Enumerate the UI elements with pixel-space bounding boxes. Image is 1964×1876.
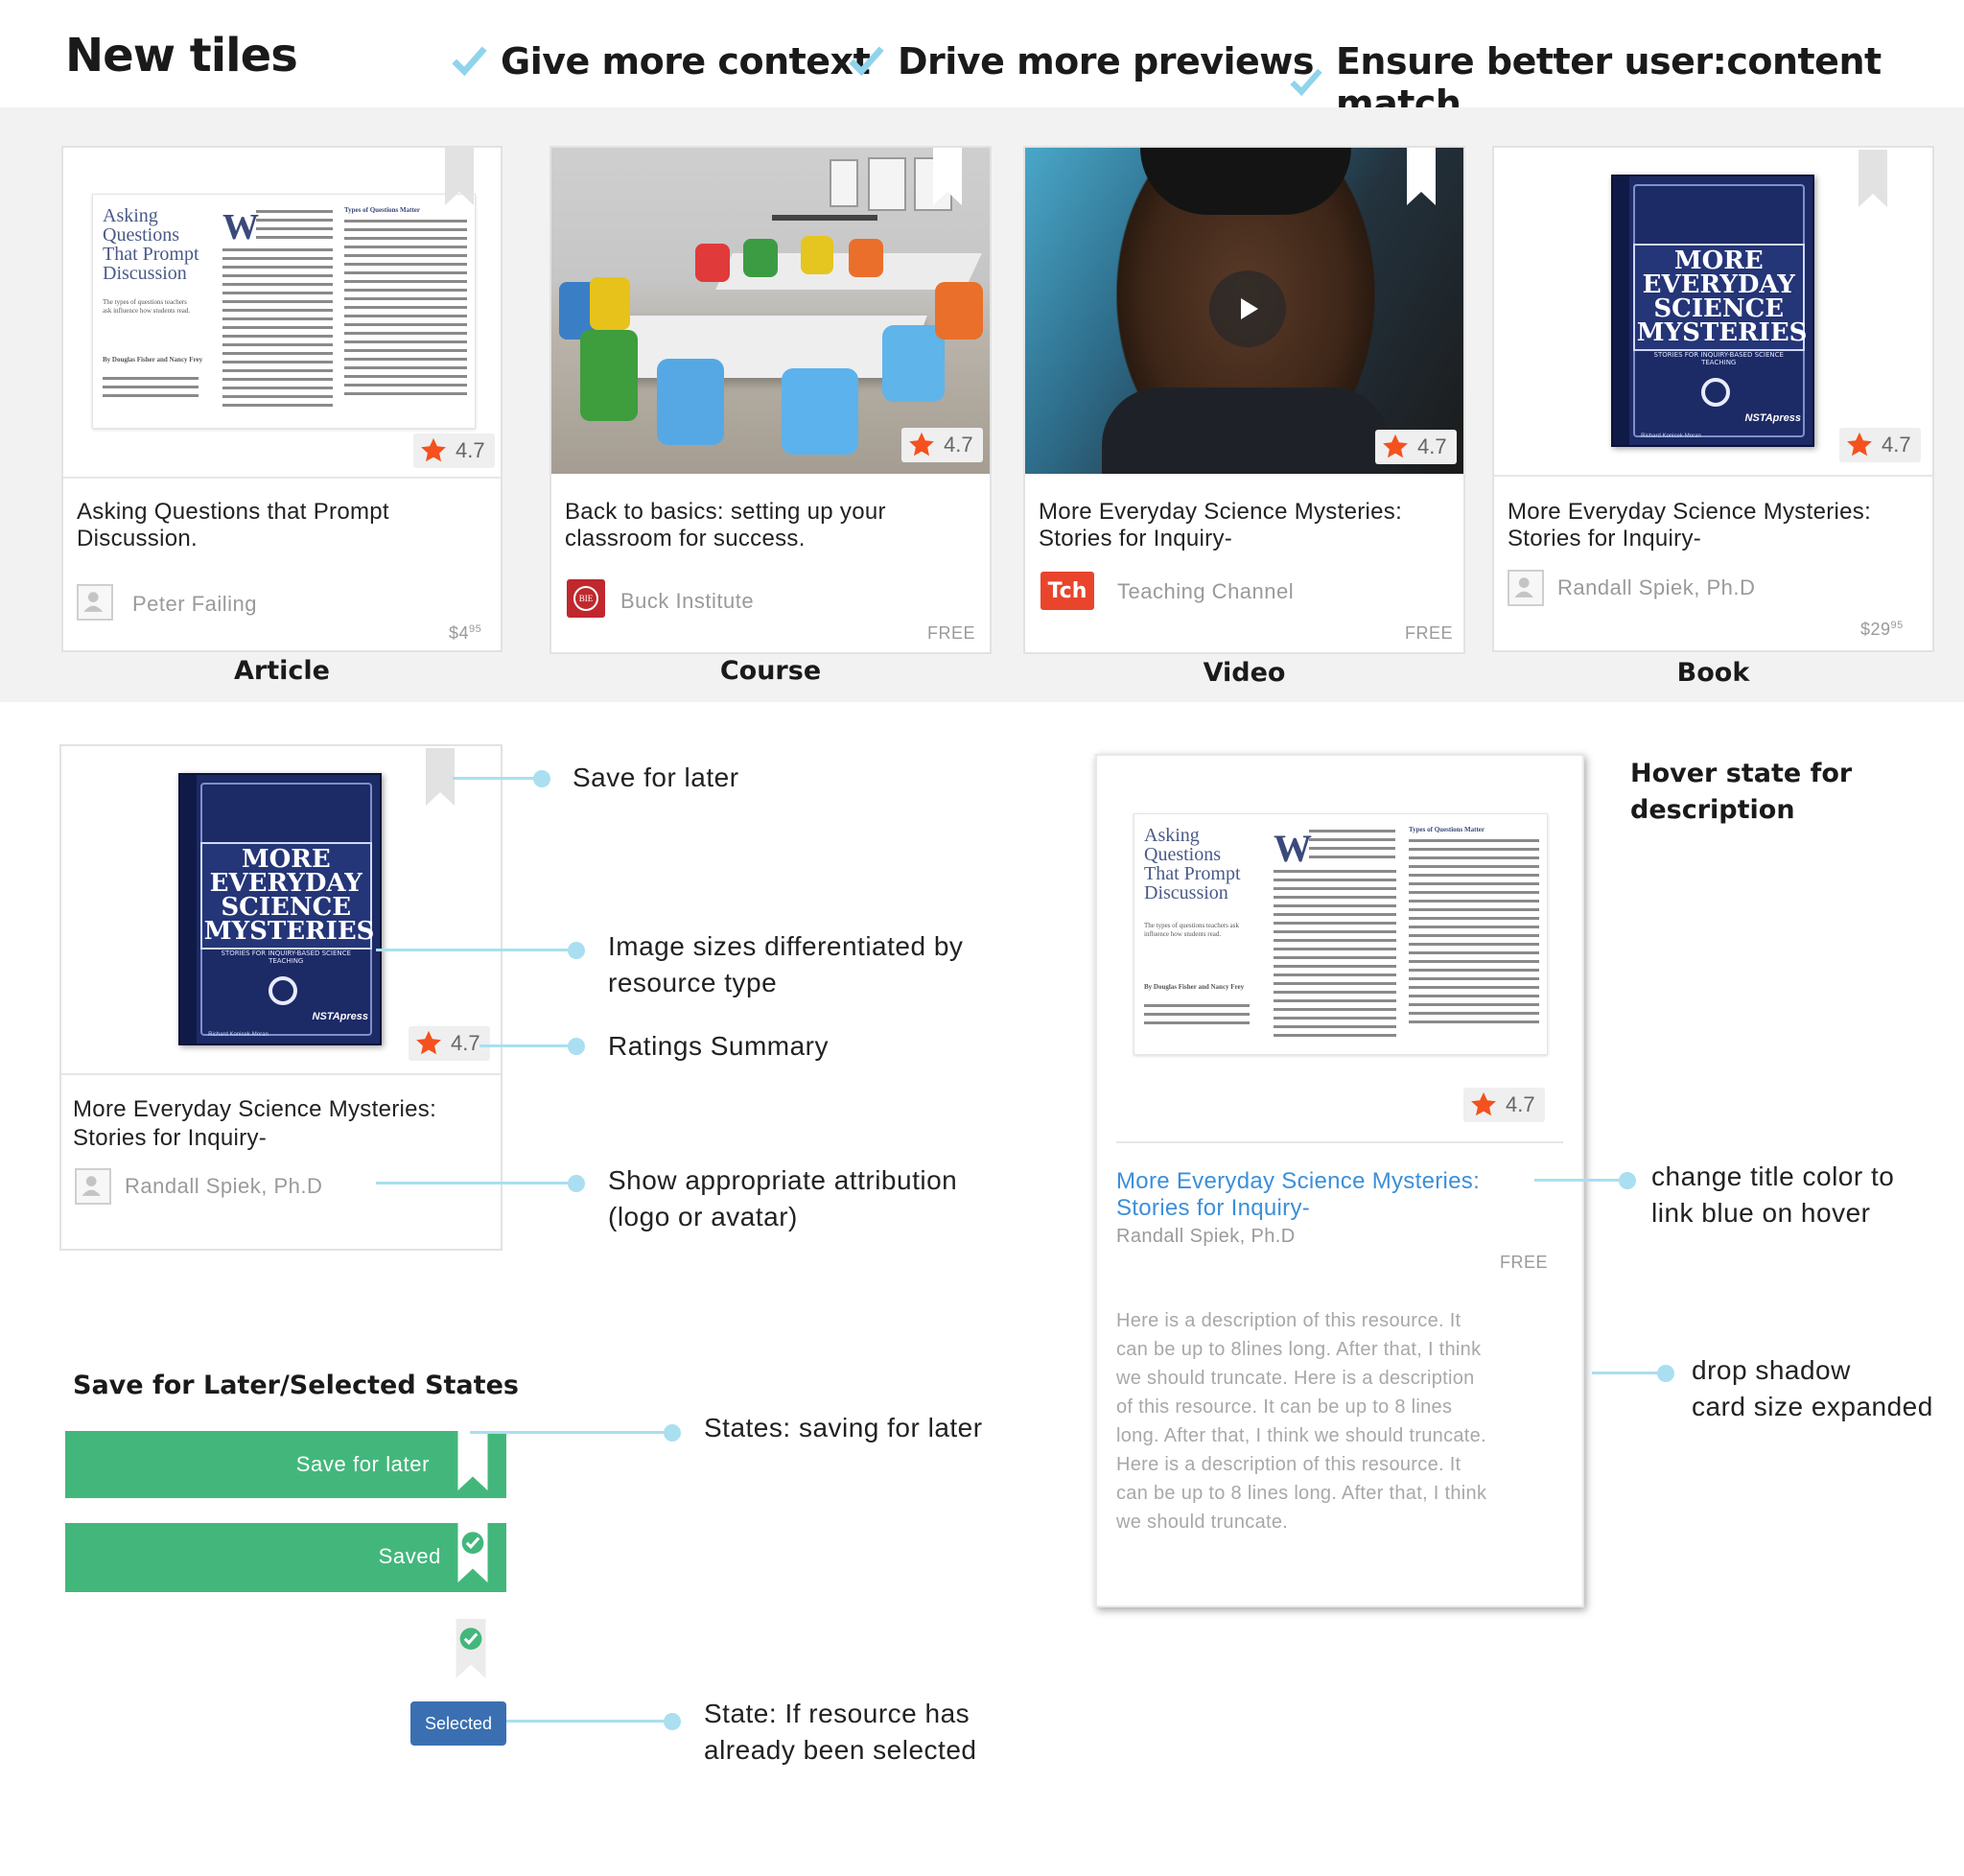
tile-title[interactable]: More Everyday Science Mysteries: Stories… <box>1039 499 1461 552</box>
star-icon <box>416 1030 441 1055</box>
tile-author[interactable]: Randall Spiek, Ph.D <box>1557 575 1755 600</box>
video-tile[interactable]: 4.7 More Everyday Science Mysteries: Sto… <box>1023 146 1465 654</box>
page-title: New tiles <box>65 29 298 82</box>
star-icon <box>1471 1091 1496 1116</box>
star-icon <box>1847 432 1872 457</box>
avatar-icon <box>77 584 113 621</box>
teaching-channel-logo: Tch <box>1040 572 1094 610</box>
course-tile[interactable]: 4.7 Back to basics: setting up your clas… <box>549 146 992 654</box>
rating-badge: 4.7 <box>409 1026 490 1061</box>
tile-title[interactable]: More Everyday Science Mysteries: Stories… <box>1508 499 1929 552</box>
tile-type-label: Article <box>234 656 330 686</box>
annotation-drop-shadow: drop shadow card size expanded <box>1692 1355 1933 1421</box>
saved-button[interactable]: Saved <box>65 1523 506 1592</box>
bookmark-check-icon[interactable] <box>455 1619 487 1678</box>
article-col-head: Types of Questions Matter <box>344 206 420 214</box>
rating-badge: 4.7 <box>413 434 495 468</box>
book-cover: MORE EVERYDAY SCIENCE MYSTERIES STORIES … <box>178 773 382 1045</box>
rating-value: 4.7 <box>451 1031 480 1055</box>
bookmark-icon[interactable] <box>426 748 455 806</box>
bookmark-icon[interactable] <box>933 148 962 205</box>
tile-title[interactable]: Back to basics: setting up your classroo… <box>565 499 968 552</box>
course-image <box>551 148 990 474</box>
star-icon <box>1383 434 1408 458</box>
hover-price: FREE <box>1500 1253 1549 1272</box>
book-tile[interactable]: MORE EVERYDAY SCIENCE MYSTERIES STORIES … <box>1492 146 1934 652</box>
save-for-later-label: Save for later <box>295 1452 430 1476</box>
tile-price: $495 <box>449 623 482 643</box>
rating-badge: 4.7 <box>1375 430 1457 464</box>
avatar-icon <box>1508 570 1544 606</box>
tile-price: FREE <box>1405 623 1454 643</box>
hover-title-link[interactable]: More Everyday Science Mysteries: Stories… <box>1116 1168 1529 1222</box>
check-icon <box>452 46 487 77</box>
rating-value: 4.7 <box>1882 433 1911 457</box>
tile-title[interactable]: More Everyday Science Mysteries: Stories… <box>73 1095 495 1153</box>
hover-author[interactable]: Randall Spiek, Ph.D <box>1116 1226 1296 1248</box>
annotation-saving: States: saving for later <box>704 1413 983 1442</box>
tile-author[interactable]: Buck Institute <box>620 589 754 614</box>
tile-author[interactable]: Peter Failing <box>132 592 257 617</box>
benefit-context: Give more context <box>451 40 871 82</box>
article-byline: By Douglas Fisher and Nancy Frey <box>103 356 203 363</box>
article-heading: Asking Questions That Prompt Discussion <box>103 205 199 284</box>
check-icon <box>1290 68 1322 97</box>
rating-badge: 4.7 <box>1463 1088 1545 1122</box>
article-col-head: Types of Questions Matter <box>1409 826 1485 833</box>
benefit-previews: Drive more previews <box>848 40 1315 82</box>
annotated-book-tile[interactable]: MORE EVERYDAY SCIENCE MYSTERIES STORIES … <box>59 744 503 1251</box>
rating-value: 4.7 <box>456 438 485 462</box>
hover-header: Hover state for description <box>1630 759 1853 825</box>
rating-value: 4.7 <box>1506 1092 1535 1116</box>
tile-author[interactable]: Randall Spiek, Ph.D <box>125 1174 322 1199</box>
bookmark-check-icon <box>457 1523 488 1583</box>
article-intro: The types of questions teachers ask infl… <box>1144 922 1239 938</box>
benefit-label: Give more context <box>501 40 871 82</box>
article-heading: Asking Questions That Prompt Discussion <box>1144 825 1241 903</box>
annotation-selected: State: If resource has already been selec… <box>704 1699 977 1765</box>
selected-button[interactable]: Selected <box>410 1701 506 1746</box>
annotation-save-for-later: Save for later <box>573 762 739 792</box>
star-icon <box>909 432 934 457</box>
tile-price: FREE <box>927 623 976 643</box>
save-for-later-button[interactable]: Save for later <box>65 1431 506 1498</box>
tile-type-label: Course <box>719 656 822 686</box>
article-image: Asking Questions That Prompt Discussion … <box>63 148 501 479</box>
rating-badge: 4.7 <box>1839 428 1921 462</box>
check-icon <box>849 46 884 77</box>
bookmark-icon[interactable] <box>1407 148 1436 205</box>
article-byline: By Douglas Fisher and Nancy Frey <box>1144 983 1245 991</box>
annotation-image-sizes: Image sizes differentiated by resource ty… <box>608 931 964 997</box>
hover-card[interactable]: Asking Questions That Prompt Discussion … <box>1095 754 1584 1607</box>
header: New tiles Give more context Drive more p… <box>0 0 1964 125</box>
star-icon <box>421 437 446 462</box>
video-image <box>1025 148 1463 474</box>
avatar-icon <box>75 1168 111 1205</box>
rating-badge: 4.7 <box>901 428 983 462</box>
benefit-label: Drive more previews <box>898 40 1315 82</box>
hover-description: Here is a description of this resource. … <box>1116 1310 1487 1533</box>
article-thumbnail: Asking Questions That Prompt Discussion … <box>92 194 476 429</box>
article-thumbnail: Asking Questions That Prompt Discussion … <box>1134 813 1548 1055</box>
annotation-attribution: Show appropriate attribution (logo or ava… <box>608 1165 958 1231</box>
tile-type-label: Book <box>1676 658 1750 688</box>
bookmark-icon <box>457 1431 488 1490</box>
article-tile[interactable]: Asking Questions That Prompt Discussion … <box>61 146 503 652</box>
saved-label: Saved <box>378 1544 441 1568</box>
bookmark-icon[interactable] <box>1859 150 1887 207</box>
states-header: Save for Later/Selected States <box>73 1371 519 1400</box>
play-icon[interactable] <box>1209 270 1286 347</box>
article-intro: The types of questions teachers ask infl… <box>103 298 191 315</box>
book-cover: MORE EVERYDAY SCIENCE MYSTERIES STORIES … <box>1611 175 1814 447</box>
annotation-title-color: change title color to link blue on hover <box>1651 1161 1895 1228</box>
tile-type-label: Video <box>1203 658 1286 688</box>
tile-author[interactable]: Teaching Channel <box>1117 579 1294 604</box>
buck-institute-logo: BIE <box>567 579 605 618</box>
tile-price: $2995 <box>1860 620 1904 639</box>
bookmark-icon[interactable] <box>445 148 474 205</box>
rating-value: 4.7 <box>1417 434 1447 458</box>
rating-value: 4.7 <box>944 433 973 457</box>
annotation-ratings: Ratings Summary <box>608 1031 830 1061</box>
tile-title[interactable]: Asking Questions that Prompt Discussion. <box>77 499 479 552</box>
